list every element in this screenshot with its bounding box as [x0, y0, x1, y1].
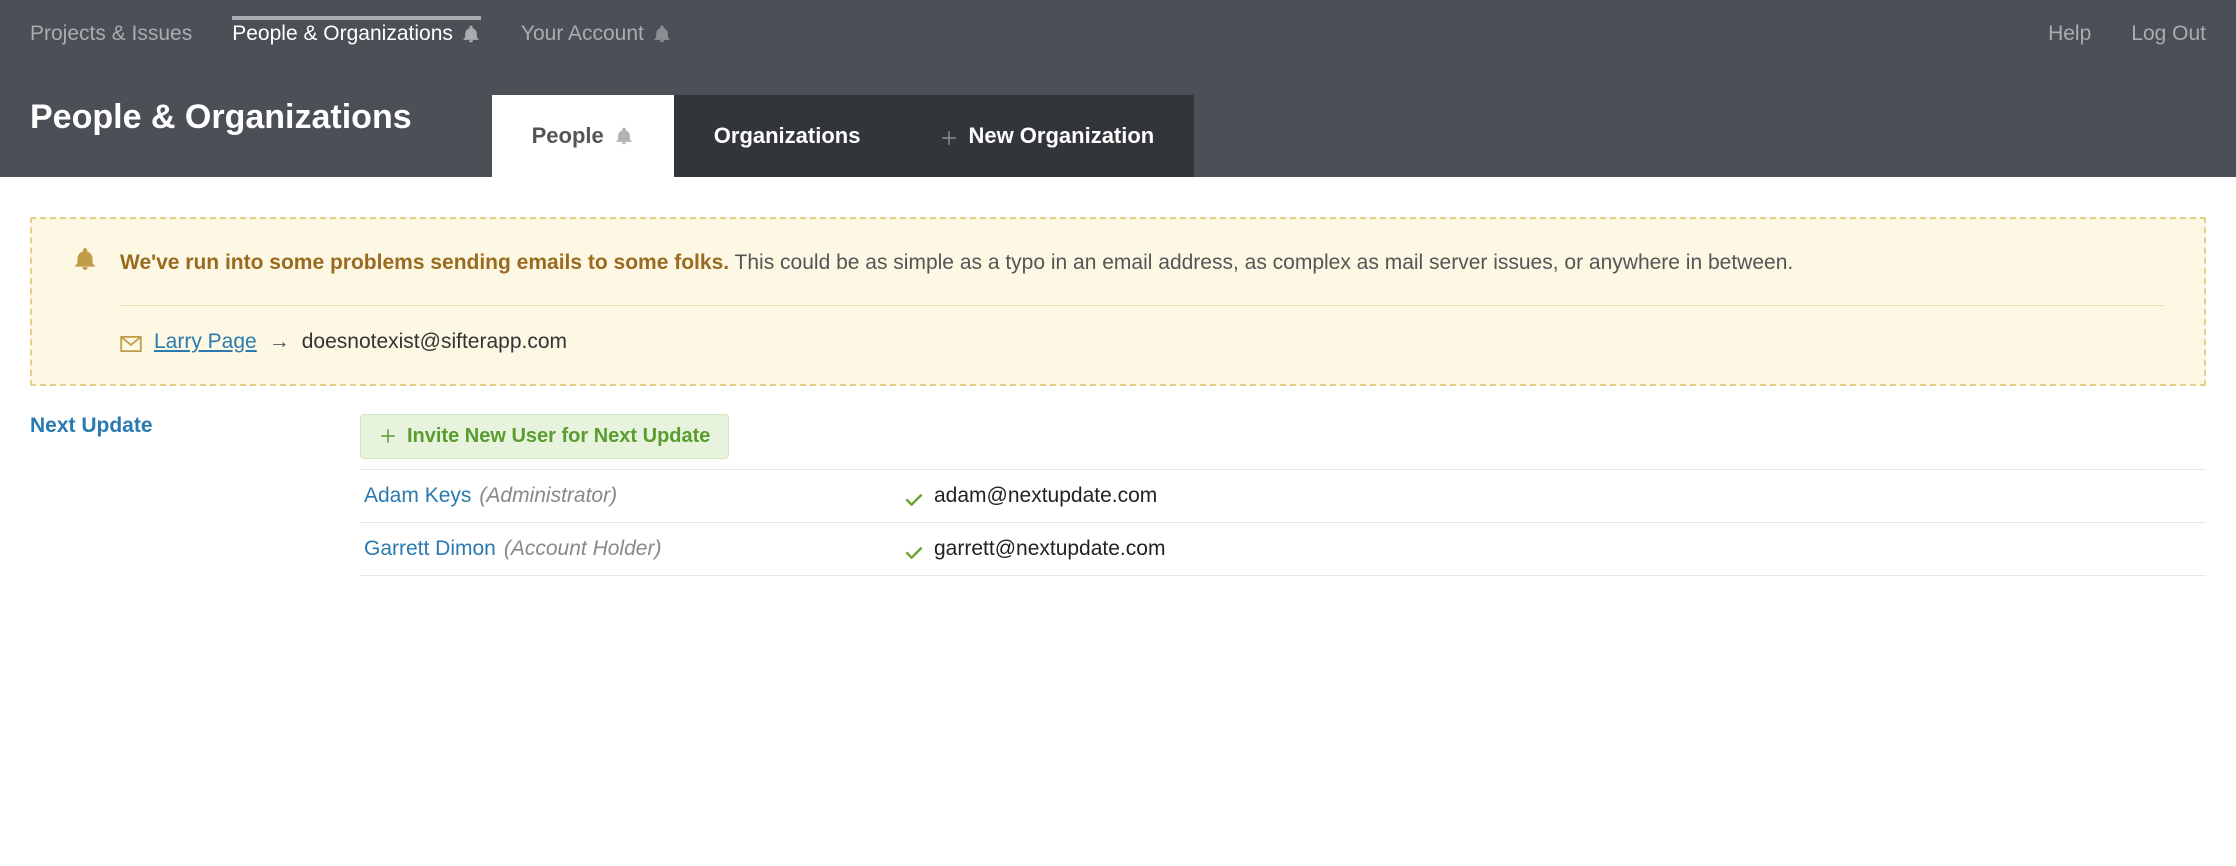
user-name-link[interactable]: Garrett Dimon: [364, 537, 496, 561]
plus-icon: [940, 127, 958, 145]
bell-icon: [72, 245, 98, 273]
user-row: Adam Keys (Administrator) adam@nextupdat…: [360, 469, 2206, 523]
user-name-link[interactable]: Adam Keys: [364, 484, 471, 508]
page-title: People & Organizations: [30, 68, 412, 177]
arrow-icon: →: [269, 330, 290, 354]
invite-button-label: Invite New User for Next Update: [407, 425, 710, 448]
bell-icon: [614, 125, 634, 147]
check-icon: [904, 488, 924, 504]
user-row: Garrett Dimon (Account Holder) garrett@n…: [360, 523, 2206, 576]
mail-icon: [120, 334, 142, 350]
user-role: (Administrator): [479, 484, 617, 508]
tab-people[interactable]: People: [492, 95, 674, 177]
bell-icon: [461, 23, 481, 45]
tab-organizations[interactable]: Organizations: [674, 95, 901, 177]
check-icon: [904, 541, 924, 557]
nav-people[interactable]: People & Organizations: [232, 16, 481, 52]
alert-item: Larry Page → doesnotexist@sifterapp.com: [120, 330, 2164, 354]
user-role: (Account Holder): [504, 537, 662, 561]
email-problem-alert: We've run into some problems sending ema…: [30, 217, 2206, 386]
tab-people-label: People: [532, 123, 604, 149]
nav-help[interactable]: Help: [2048, 16, 2091, 52]
tab-new-organization-label: New Organization: [968, 123, 1154, 149]
subtabs: People Organizations New Organization: [492, 95, 1195, 177]
tab-new-organization[interactable]: New Organization: [900, 95, 1194, 177]
alert-person-link[interactable]: Larry Page: [154, 330, 257, 354]
nav-projects[interactable]: Projects & Issues: [30, 16, 192, 52]
nav-logout[interactable]: Log Out: [2131, 16, 2206, 52]
alert-rest-text: This could be as simple as a typo in an …: [729, 251, 1793, 274]
nav-people-label: People & Organizations: [232, 22, 453, 46]
nav-account-label: Your Account: [521, 22, 644, 46]
nav-account[interactable]: Your Account: [521, 16, 672, 52]
user-email: garrett@nextupdate.com: [934, 537, 1165, 561]
tab-organizations-label: Organizations: [714, 123, 861, 149]
bell-icon: [652, 23, 672, 45]
nav-projects-label: Projects & Issues: [30, 22, 192, 46]
alert-strong-text: We've run into some problems sending ema…: [120, 251, 729, 274]
divider: [120, 305, 2164, 306]
alert-email: doesnotexist@sifterapp.com: [302, 330, 567, 354]
user-email: adam@nextupdate.com: [934, 484, 1157, 508]
invite-new-user-button[interactable]: Invite New User for Next Update: [360, 414, 729, 459]
org-name[interactable]: Next Update: [30, 414, 360, 438]
plus-icon: [379, 427, 397, 445]
